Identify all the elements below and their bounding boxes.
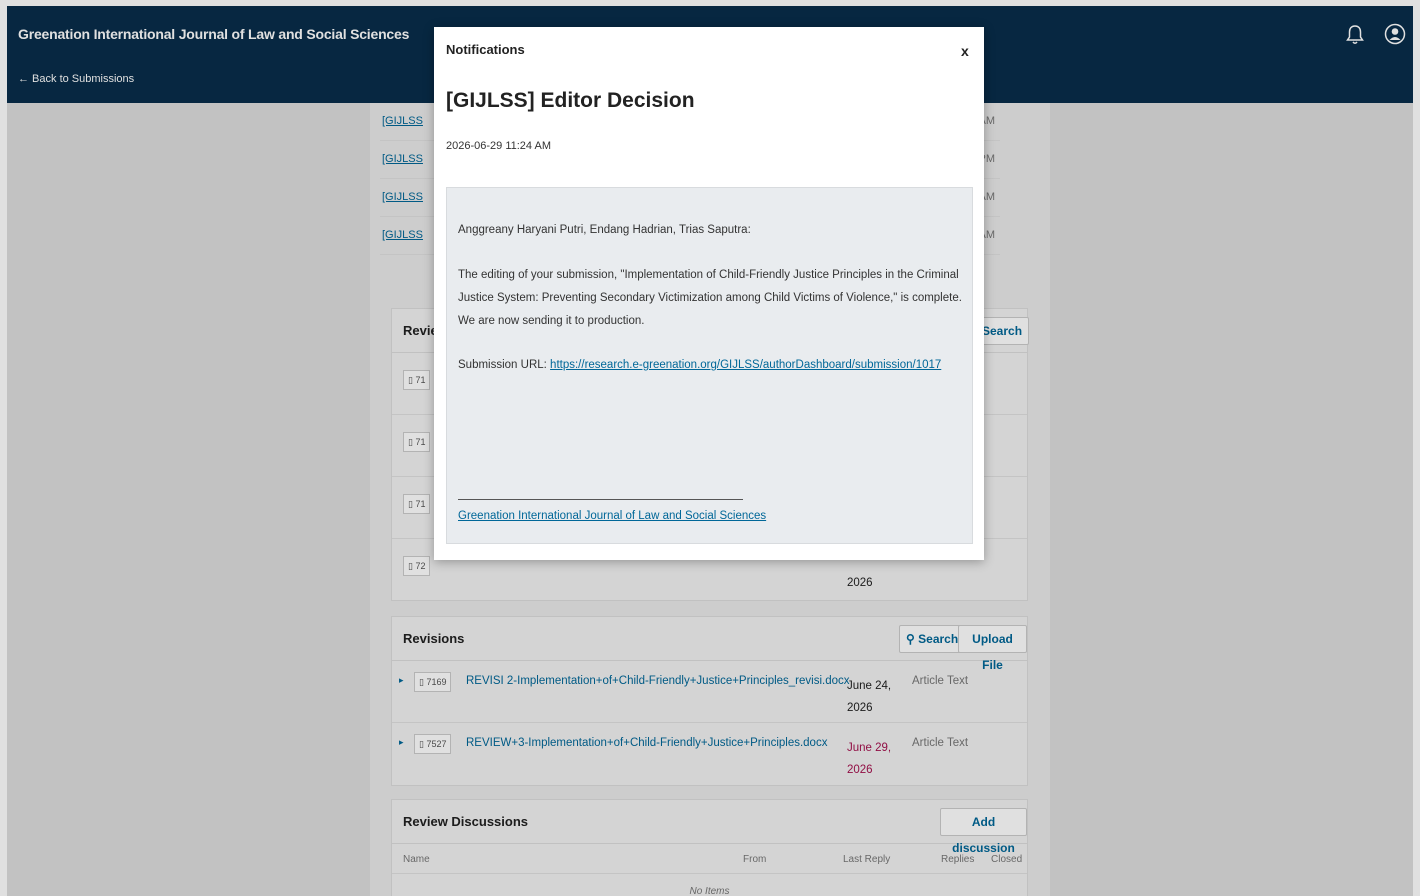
message-greeting: Anggreany Haryani Putri, Endang Hadrian,… <box>458 224 751 236</box>
message-body-box: Anggreany Haryani Putri, Endang Hadrian,… <box>446 187 973 544</box>
journal-signature-link[interactable]: Greenation International Journal of Law … <box>458 510 766 522</box>
signature-divider <box>458 499 743 500</box>
notification-modal: Notifications x [GIJLSS] Editor Decision… <box>434 27 984 560</box>
submission-url-line: Submission URL: https://research.e-green… <box>458 359 941 371</box>
message-text: The editing of your submission, "Impleme… <box>458 269 962 327</box>
submission-url-link[interactable]: https://research.e-greenation.org/GIJLSS… <box>550 359 941 371</box>
submission-url-label: Submission URL: <box>458 359 547 371</box>
notification-heading: [GIJLSS] Editor Decision <box>446 89 695 112</box>
modal-label: Notifications <box>446 42 525 57</box>
notification-date: 2026-06-29 11:24 AM <box>446 140 551 152</box>
close-button[interactable]: x <box>961 43 969 59</box>
